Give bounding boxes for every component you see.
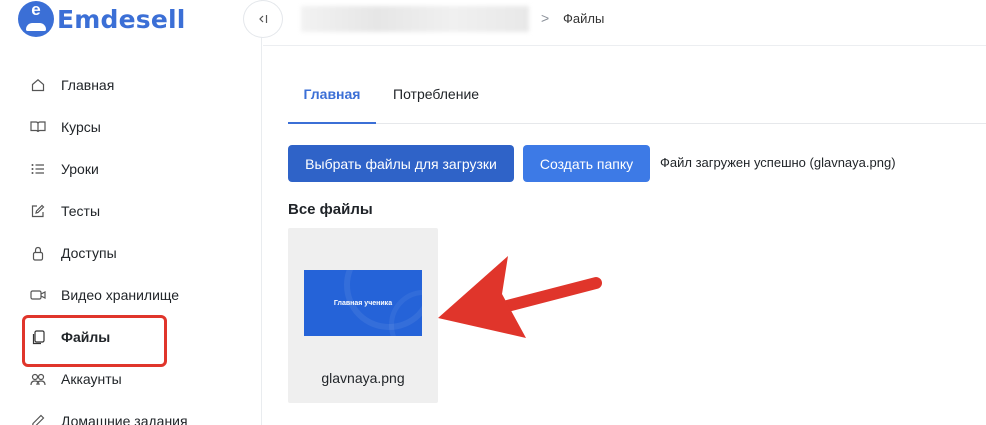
file-thumbnail: Главная ученика [304,270,422,336]
sidebar-item-label: Уроки [61,161,99,177]
breadcrumb-blurred [301,6,529,32]
book-icon [30,119,46,135]
logo-letter: e [31,0,41,19]
sidebar-item-label: Видео хранилище [61,287,180,303]
upload-files-button[interactable]: Выбрать файлы для загрузки [288,145,514,182]
tab-main[interactable]: Главная [288,76,376,124]
sidebar-item-label: Аккаунты [61,371,122,387]
all-files-heading: Все файлы [288,201,373,218]
sidebar-item-homework[interactable]: Домашние задания [0,400,262,425]
sidebar-item-tests[interactable]: Тесты [0,190,262,232]
sidebar-item-label: Файлы [61,329,111,345]
sidebar-item-home[interactable]: Главная [0,64,262,106]
users-icon [30,371,46,387]
file-name: glavnaya.png [321,370,405,386]
sidebar-item-label: Тесты [61,203,101,219]
file-card[interactable]: Главная ученика glavnaya.png [288,228,438,403]
logo-text: Emdesell [57,4,186,34]
video-icon [30,287,46,303]
collapse-sidebar-button[interactable] [243,0,283,38]
sidebar-item-label: Главная [61,77,115,93]
sidebar-item-video-storage[interactable]: Видео хранилище [0,274,262,316]
lock-icon [30,245,46,261]
sidebar-nav: Главная Курсы Уроки Тесты Доступы Видео … [0,64,262,425]
file-icon [30,329,46,345]
logo[interactable]: e Emdesell [18,0,186,38]
logo-icon: e [18,1,54,37]
annotation-arrow-icon [438,256,602,338]
sidebar-item-label: Домашние задания [61,413,188,425]
home-icon [30,77,46,93]
sidebar-item-label: Доступы [61,245,117,261]
sidebar-item-files[interactable]: Файлы [0,316,262,358]
chevron-right-icon: > [541,10,550,26]
sidebar-item-access[interactable]: Доступы [0,232,262,274]
sidebar-item-courses[interactable]: Курсы [0,106,262,148]
tab-consumption[interactable]: Потребление [393,76,479,124]
sidebar-item-label: Курсы [61,119,101,135]
sidebar: e Emdesell Главная Курсы Уроки Тесты Дос… [0,0,262,425]
list-icon [30,161,46,177]
tabs: Главная Потребление [288,76,986,124]
create-folder-button[interactable]: Создать папку [523,145,650,182]
topbar: > Файлы [263,0,986,46]
thumbnail-text: Главная ученика [333,299,393,307]
breadcrumb-current: Файлы [563,11,605,26]
sidebar-item-lessons[interactable]: Уроки [0,148,262,190]
edit-icon [30,203,46,219]
upload-status-message: Файл загружен успешно (glavnaya.png) [660,155,896,170]
pencil-icon [30,413,46,425]
collapse-icon [259,15,268,23]
sidebar-item-accounts[interactable]: Аккаунты [0,358,262,400]
